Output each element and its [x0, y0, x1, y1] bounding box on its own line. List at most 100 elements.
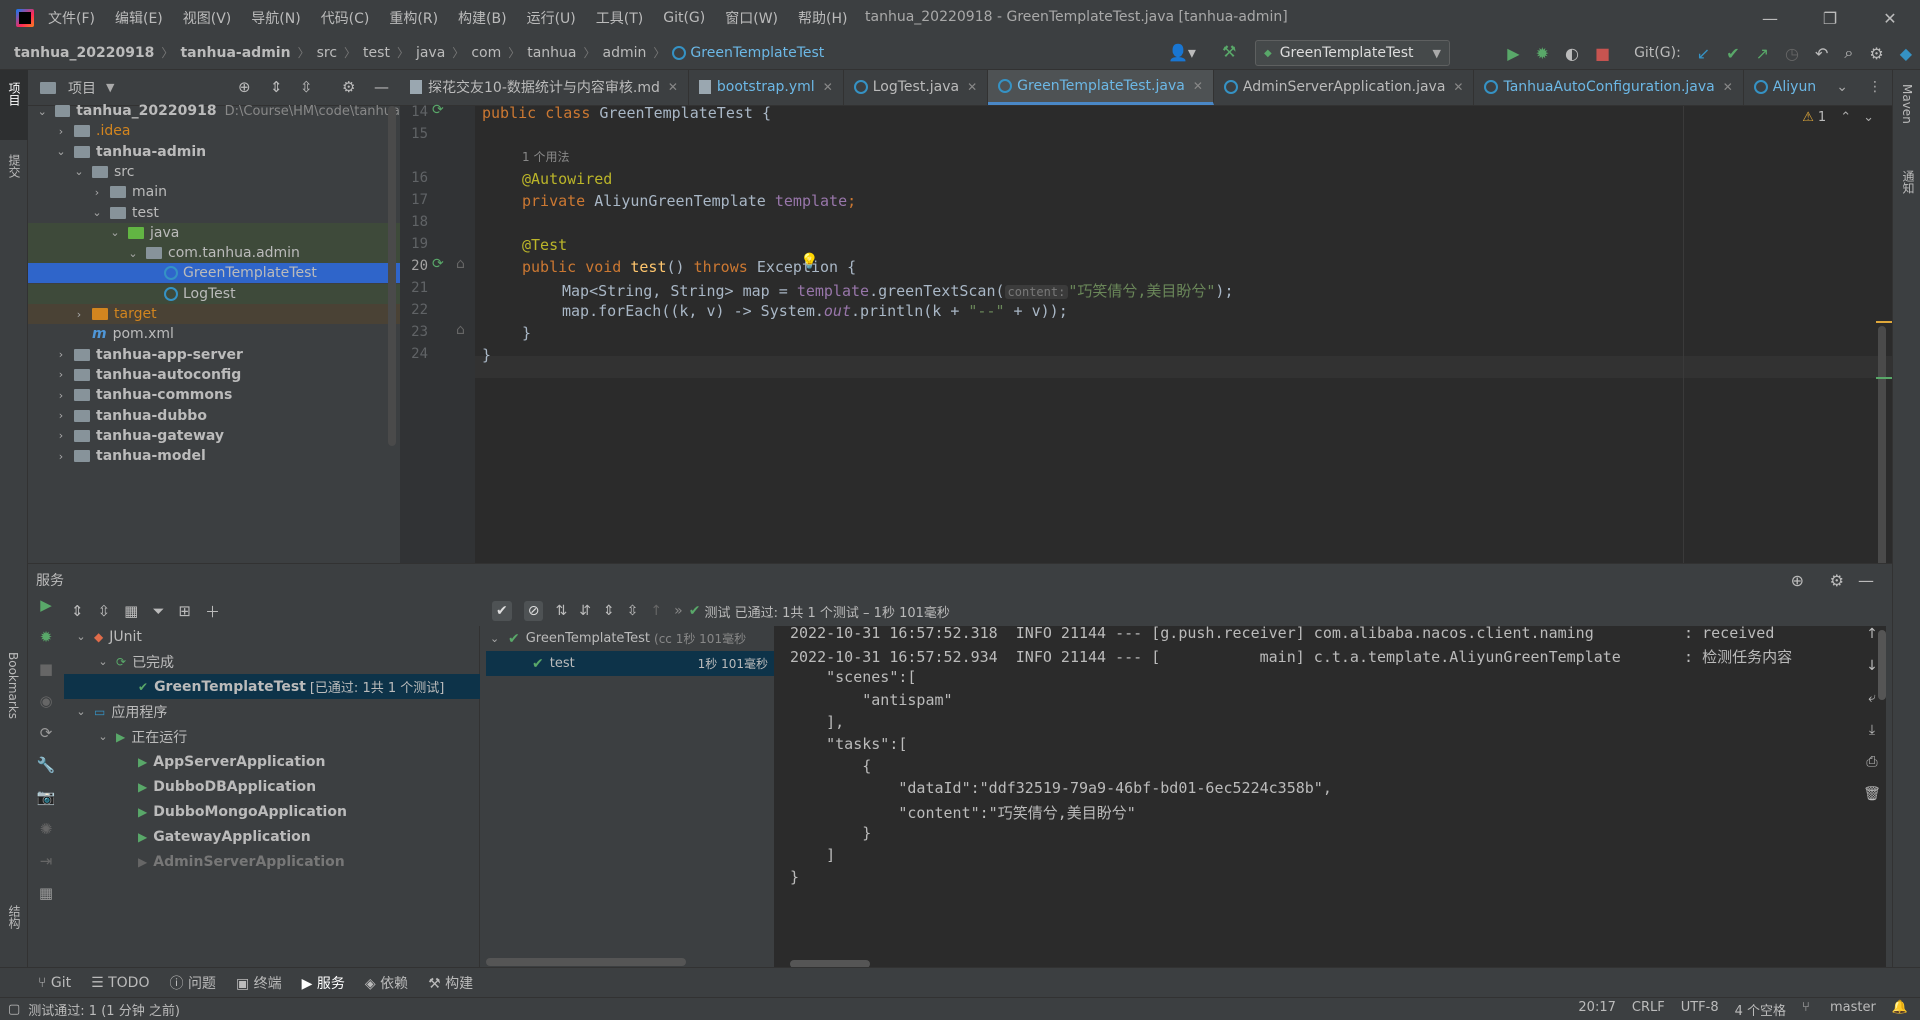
- indent-setting[interactable]: 4 个空格: [1735, 1000, 1786, 1019]
- chevron-right-icon[interactable]: ›: [54, 450, 68, 463]
- tree-item[interactable]: › tanhua-model: [28, 446, 400, 466]
- menu-tools[interactable]: 工具(T): [596, 8, 643, 28]
- service-tree-item[interactable]: ▶ DubboMongoApplication: [64, 799, 480, 824]
- tree-item[interactable]: › main: [28, 182, 400, 202]
- breadcrumb-java[interactable]: java: [416, 45, 445, 61]
- sort-duration-icon[interactable]: ⇵: [579, 603, 591, 619]
- chevron-right-icon[interactable]: ›: [54, 389, 68, 402]
- new-tab-icon[interactable]: ⊞: [178, 602, 191, 620]
- menu-build[interactable]: 构建(B): [458, 8, 507, 28]
- status-message[interactable]: 测试通过: 1 (1 分钟 之前): [28, 1000, 180, 1019]
- more-icon[interactable]: »: [674, 603, 683, 619]
- menu-git[interactable]: Git(G): [663, 10, 705, 26]
- menu-view[interactable]: 视图(V): [183, 8, 232, 28]
- build-hammer-icon[interactable]: ⚒: [1222, 42, 1236, 61]
- soft-wrap-icon[interactable]: ⤶: [1858, 690, 1886, 722]
- print-icon[interactable]: ⎙: [1858, 754, 1886, 786]
- project-tool-button[interactable]: 项目: [6, 82, 23, 106]
- minimize-button[interactable]: —: [1740, 0, 1800, 36]
- console-output[interactable]: 2022-10-31 16:57:52.318 INFO 21144 --- […: [774, 624, 1886, 968]
- chevron-right-icon[interactable]: ›: [90, 186, 104, 199]
- service-tree-item[interactable]: ⌄ ▶ 正在运行: [64, 724, 480, 749]
- group-by-icon[interactable]: ▦: [124, 602, 138, 620]
- breadcrumb-project[interactable]: tanhua_20220918: [14, 45, 154, 61]
- run-configuration-select[interactable]: ◆ GreenTemplateTest ▼: [1255, 40, 1450, 66]
- wrench-icon[interactable]: 🔧: [28, 756, 64, 788]
- tree-item[interactable]: ⌄ tanhua-admin: [28, 142, 400, 162]
- git-push-icon[interactable]: ↗: [1756, 44, 1769, 63]
- restore-layout-icon[interactable]: ◉: [28, 692, 64, 724]
- maven-tool-button[interactable]: Maven: [1900, 84, 1914, 124]
- breadcrumb-admin[interactable]: admin: [603, 45, 647, 61]
- service-tree-item[interactable]: ✔ GreenTemplateTest [已通过: 1共 1 个测试]: [64, 674, 480, 699]
- close-button[interactable]: ✕: [1860, 0, 1920, 36]
- bookmarks-tool-button[interactable]: Bookmarks: [6, 652, 20, 719]
- intellij-logo-icon[interactable]: [16, 9, 34, 27]
- structure-tool-button[interactable]: 结构: [6, 905, 23, 929]
- debug-icon[interactable]: ✹: [28, 628, 64, 660]
- tree-item[interactable]: › tanhua-dubbo: [28, 406, 400, 426]
- hide-panel-icon[interactable]: —: [374, 78, 389, 96]
- restore-button[interactable]: ❐: [1800, 0, 1860, 36]
- close-icon[interactable]: ✕: [1453, 80, 1463, 94]
- debug-icon[interactable]: ✹: [1536, 44, 1549, 63]
- chevron-down-icon[interactable]: ⌄: [72, 165, 86, 178]
- add-service-icon[interactable]: ＋: [205, 601, 220, 622]
- menu-file[interactable]: 文件(F): [48, 8, 95, 28]
- lightbulb-icon[interactable]: 💡: [800, 252, 819, 270]
- tree-item[interactable]: › tanhua-commons: [28, 385, 400, 405]
- status-box-icon[interactable]: ▢: [8, 1002, 20, 1017]
- camera-icon[interactable]: 📷: [28, 788, 64, 820]
- chevron-down-icon[interactable]: ⌄: [108, 226, 122, 239]
- scroll-to-end-icon[interactable]: ⤓: [1858, 722, 1886, 754]
- locate-icon[interactable]: ⊕: [1791, 571, 1804, 590]
- chevron-right-icon[interactable]: ›: [54, 348, 68, 361]
- test-suite-row[interactable]: ⌄ ✔ GreenTemplateTest (cc 1秒 101毫秒: [486, 626, 774, 651]
- chevron-right-icon[interactable]: ›: [54, 125, 68, 138]
- jetbrains-toolbox-icon[interactable]: ◆: [1900, 44, 1912, 63]
- collapse-all-icon[interactable]: ⇳: [98, 602, 111, 620]
- menu-window[interactable]: 窗口(W): [725, 8, 778, 28]
- bug-icon[interactable]: ✺: [28, 820, 64, 852]
- menu-code[interactable]: 代码(C): [321, 8, 370, 28]
- tree-item[interactable]: ⌄ src: [28, 162, 400, 182]
- bottom-tab-terminal[interactable]: ▣ 终端: [236, 973, 282, 993]
- previous-failed-icon[interactable]: ↑: [650, 603, 662, 619]
- line-separator[interactable]: CRLF: [1632, 1000, 1665, 1019]
- run-gutter-icon[interactable]: ⟳: [432, 256, 444, 272]
- git-commit-icon[interactable]: ✔: [1726, 44, 1739, 63]
- tabs-overflow-chevron-icon[interactable]: ⌄: [1826, 79, 1858, 105]
- menu-help[interactable]: 帮助(H): [798, 8, 847, 28]
- service-tree-item[interactable]: ▶ AppServerApplication: [64, 749, 480, 774]
- tree-item[interactable]: › tanhua-gateway: [28, 426, 400, 446]
- tree-item[interactable]: › tanhua-autoconfig: [28, 365, 400, 385]
- bottom-tab-problems[interactable]: ⓘ 问题: [169, 973, 215, 993]
- usage-hint[interactable]: 1 个用法: [522, 148, 569, 165]
- fold-icon[interactable]: ⌂: [456, 322, 465, 338]
- search-icon[interactable]: ⌕: [1844, 43, 1853, 63]
- commit-tool-button[interactable]: 提交: [6, 154, 23, 178]
- inspection-widget[interactable]: ⚠ 1 ⌃ ⌄: [1802, 110, 1874, 125]
- collapse-all-icon[interactable]: ⇳: [300, 78, 313, 96]
- settings-gear-icon[interactable]: ⚙: [1830, 571, 1844, 590]
- show-ignored-icon[interactable]: ⊘: [523, 601, 544, 621]
- chevron-down-icon[interactable]: ⌄: [54, 145, 68, 158]
- bottom-tab-services[interactable]: ▶ 服务: [302, 973, 345, 993]
- trash-icon[interactable]: 🗑: [1858, 786, 1886, 818]
- notifications-tool-button[interactable]: 通知: [1900, 170, 1917, 194]
- next-highlight-icon[interactable]: ⌄: [1863, 110, 1874, 125]
- chevron-right-icon[interactable]: ›: [72, 308, 86, 321]
- exit-icon[interactable]: ⇥: [28, 852, 64, 884]
- tree-item[interactable]: › tanhua-app-server: [28, 345, 400, 365]
- service-tree-item[interactable]: ⌄ ◆ JUnit: [64, 624, 480, 649]
- user-icon[interactable]: 👤▾: [1168, 43, 1196, 62]
- service-tree-item[interactable]: ⌄ ▭ 应用程序: [64, 699, 480, 724]
- menu-navigate[interactable]: 导航(N): [251, 8, 300, 28]
- git-update-icon[interactable]: ↙: [1697, 44, 1710, 63]
- tree-item[interactable]: m pom.xml: [28, 324, 400, 344]
- tab-logtest[interactable]: LogTest.java ✕: [844, 70, 989, 105]
- scroll-up-icon[interactable]: ↑: [1858, 626, 1886, 658]
- git-branch[interactable]: ⑂ master: [1802, 1000, 1876, 1019]
- chevron-right-icon[interactable]: ›: [54, 409, 68, 422]
- tab-adminserverapplication[interactable]: AdminServerApplication.java ✕: [1214, 70, 1475, 105]
